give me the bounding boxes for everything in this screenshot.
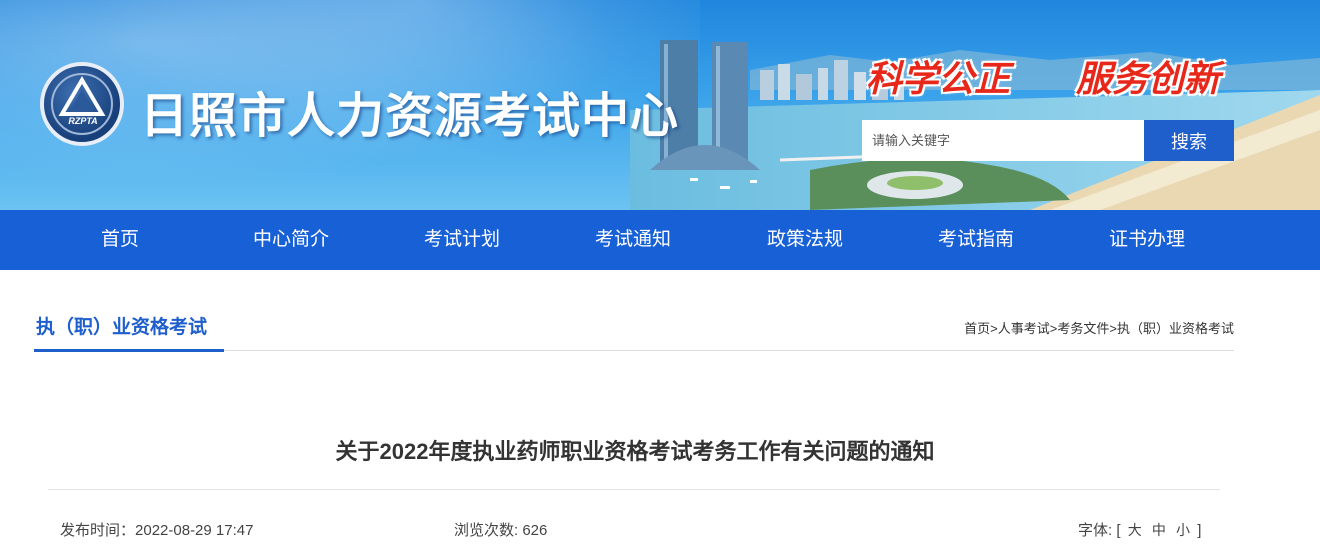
breadcrumb-personnel-exam[interactable]: 人事考试 xyxy=(998,321,1050,336)
publish-date: 发布时间：2022-08-29 17:47 xyxy=(60,519,253,540)
slogan-left: 科学公正 xyxy=(866,58,1011,100)
breadcrumb-exam-docs[interactable]: 考务文件 xyxy=(1057,321,1109,336)
city-skyline-image xyxy=(630,40,1320,210)
font-size-medium-button[interactable]: 中 xyxy=(1152,522,1166,538)
font-size-small-button[interactable]: 小 xyxy=(1176,522,1190,538)
slogan-right: 服务创新 xyxy=(1076,58,1221,100)
breadcrumb-home[interactable]: 首页 xyxy=(964,321,990,336)
article-divider xyxy=(48,489,1220,490)
publish-date-value: 2022-08-29 17:47 xyxy=(135,522,254,539)
section-title[interactable]: 执（职）业资格考试 xyxy=(36,312,207,339)
nav-item-policy[interactable]: 政策法规 xyxy=(735,210,875,270)
nav-item-home[interactable]: 首页 xyxy=(50,210,190,270)
breadcrumb-separator: > xyxy=(990,321,998,336)
breadcrumb: 首页>人事考试>考务文件>执（职）业资格考试 xyxy=(964,318,1234,337)
view-count-label: 浏览次数: xyxy=(454,522,519,539)
article-title: 关于2022年度执业药师职业资格考试考务工作有关问题的通知 xyxy=(335,439,935,464)
logo-text: RZPTA xyxy=(68,116,98,126)
section-active-underline xyxy=(34,349,224,352)
search-input[interactable] xyxy=(862,120,1144,161)
site-title: 日照市人力资源考试中心 xyxy=(140,90,680,143)
nav-item-exam-plan[interactable]: 考试计划 xyxy=(392,210,532,270)
font-size-selector: 字体: [ 大 中 小 ] xyxy=(1078,519,1201,540)
nav-item-about[interactable]: 中心简介 xyxy=(221,210,361,270)
nav-item-certificate[interactable]: 证书办理 xyxy=(1077,210,1217,270)
view-count-value: 626 xyxy=(522,522,548,539)
publish-date-label: 发布时间： xyxy=(60,522,136,539)
main-nav: 首页 中心简介 考试计划 考试通知 政策法规 考试指南 证书办理 xyxy=(0,210,1320,270)
font-size-large-button[interactable]: 大 xyxy=(1128,522,1142,538)
logo-emblem-icon xyxy=(51,73,113,135)
font-size-bracket-open: [ xyxy=(1116,522,1121,539)
header-banner: RZPTA 日照市人力资源考试中心 科学公正 服务创新 搜索 xyxy=(0,0,1320,210)
nav-item-exam-notice[interactable]: 考试通知 xyxy=(563,210,703,270)
breadcrumb-separator: > xyxy=(1109,321,1117,336)
breadcrumb-current[interactable]: 执（职）业资格考试 xyxy=(1117,321,1234,336)
search-button[interactable]: 搜索 xyxy=(1144,120,1234,161)
site-logo[interactable]: RZPTA xyxy=(40,62,124,146)
font-size-label: 字体: xyxy=(1078,522,1113,539)
nav-item-guide[interactable]: 考试指南 xyxy=(906,210,1046,270)
view-count: 浏览次数: 626 xyxy=(454,519,547,540)
font-size-bracket-close: ] xyxy=(1197,522,1202,539)
